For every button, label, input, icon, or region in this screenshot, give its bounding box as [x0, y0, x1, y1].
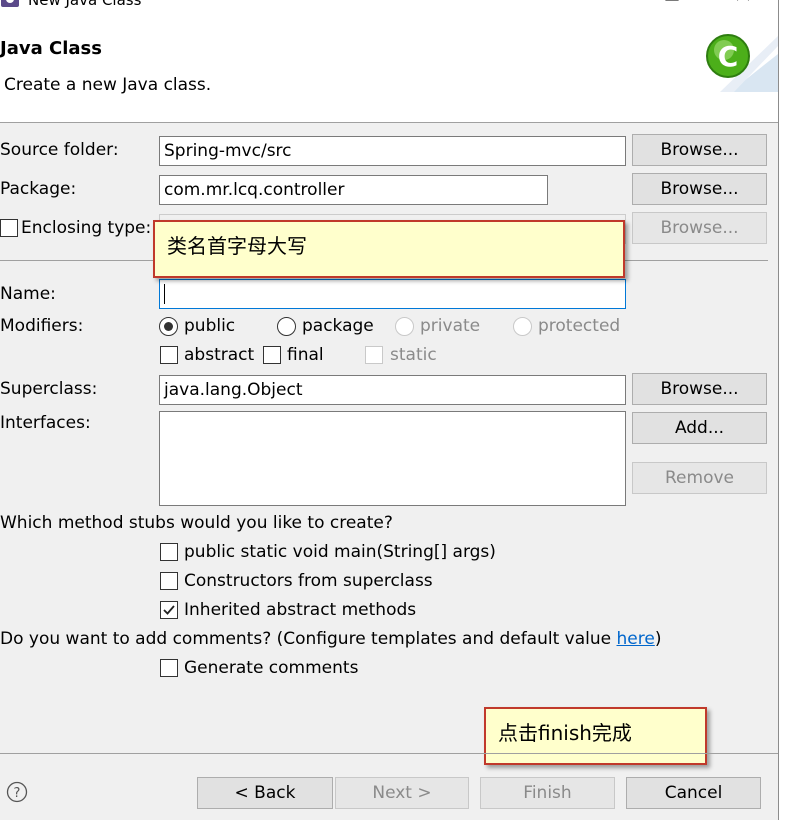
- text-caret: [164, 284, 165, 304]
- wizard-header: Java Class Create a new Java class. C: [0, 10, 778, 123]
- package-radio[interactable]: [277, 317, 296, 336]
- templates-here-link[interactable]: here: [617, 629, 655, 649]
- name-label: Name:: [0, 284, 56, 304]
- radio-selected-dot: [164, 322, 173, 331]
- eclipse-app-icon: [1, 0, 19, 7]
- static-label: static: [390, 345, 437, 365]
- private-label: private: [420, 316, 481, 336]
- public-radio[interactable]: [159, 317, 178, 336]
- footer-separator: [0, 753, 778, 754]
- source-folder-browse-button[interactable]: Browse...: [632, 134, 767, 166]
- enclosing-type-browse-button[interactable]: Browse...: [632, 212, 767, 244]
- abstract-checkbox[interactable]: [160, 346, 178, 364]
- package-browse-button[interactable]: Browse...: [632, 173, 767, 205]
- private-radio[interactable]: [395, 317, 414, 336]
- background-strip: [779, 0, 785, 820]
- generate-comments-label: Generate comments: [184, 658, 359, 678]
- protected-label: protected: [538, 316, 621, 336]
- final-checkbox[interactable]: [263, 346, 281, 364]
- wizard-title: Java Class: [0, 38, 102, 59]
- main-method-checkbox[interactable]: [160, 543, 178, 561]
- title-bar: New Java Class: [0, 0, 778, 10]
- comments-question-text: Do you want to add comments? (Configure …: [0, 629, 617, 649]
- wizard-description: Create a new Java class.: [4, 75, 212, 95]
- enclosing-type-checkbox[interactable]: [0, 219, 18, 237]
- back-button[interactable]: < Back: [197, 777, 333, 809]
- interfaces-add-button[interactable]: Add...: [632, 412, 767, 444]
- package-modifier-label: package: [302, 316, 374, 336]
- window-title: New Java Class: [28, 0, 142, 9]
- next-button[interactable]: Next >: [335, 777, 469, 809]
- checkmark-icon: [163, 605, 175, 615]
- finish-button[interactable]: Finish: [480, 777, 615, 809]
- source-folder-input[interactable]: Spring-mvc/src: [159, 136, 626, 166]
- inherited-abstract-label: Inherited abstract methods: [184, 600, 417, 620]
- svg-text:?: ?: [14, 786, 21, 801]
- close-icon[interactable]: [735, 0, 751, 6]
- main-method-label: public static void main(String[] args): [184, 542, 496, 562]
- constructors-label: Constructors from superclass: [184, 571, 433, 591]
- cancel-button[interactable]: Cancel: [626, 777, 761, 809]
- abstract-label: abstract: [184, 345, 255, 365]
- name-input[interactable]: [159, 279, 626, 309]
- interfaces-list[interactable]: [159, 411, 626, 506]
- interfaces-remove-button[interactable]: Remove: [632, 462, 767, 494]
- comments-question: Do you want to add comments? (Configure …: [0, 629, 661, 649]
- constructors-checkbox[interactable]: [160, 572, 178, 590]
- superclass-browse-button[interactable]: Browse...: [632, 373, 767, 405]
- enclosing-type-label: Enclosing type:: [21, 218, 152, 238]
- method-stubs-question: Which method stubs would you like to cre…: [0, 513, 393, 533]
- finish-hint-callout: 点击finish完成: [484, 707, 707, 765]
- final-label: final: [287, 345, 324, 365]
- help-icon[interactable]: ?: [6, 781, 28, 803]
- package-input[interactable]: com.mr.lcq.controller: [159, 175, 548, 205]
- static-checkbox[interactable]: [365, 346, 383, 364]
- public-label: public: [184, 316, 236, 336]
- modifiers-label: Modifiers:: [0, 316, 84, 336]
- comments-question-end: ): [654, 629, 662, 649]
- minimize-icon[interactable]: [664, 0, 680, 6]
- inherited-abstract-checkbox[interactable]: [160, 601, 178, 619]
- name-hint-callout: 类名首字母大写: [153, 220, 625, 278]
- superclass-input[interactable]: java.lang.Object: [159, 375, 626, 405]
- generate-comments-checkbox[interactable]: [160, 659, 178, 677]
- package-label: Package:: [0, 179, 77, 199]
- source-folder-label: Source folder:: [0, 140, 119, 160]
- logo-letter: C: [718, 40, 739, 73]
- superclass-label: Superclass:: [0, 379, 98, 399]
- java-class-logo-icon: C: [706, 34, 778, 92]
- protected-radio[interactable]: [513, 317, 532, 336]
- interfaces-label: Interfaces:: [0, 413, 91, 433]
